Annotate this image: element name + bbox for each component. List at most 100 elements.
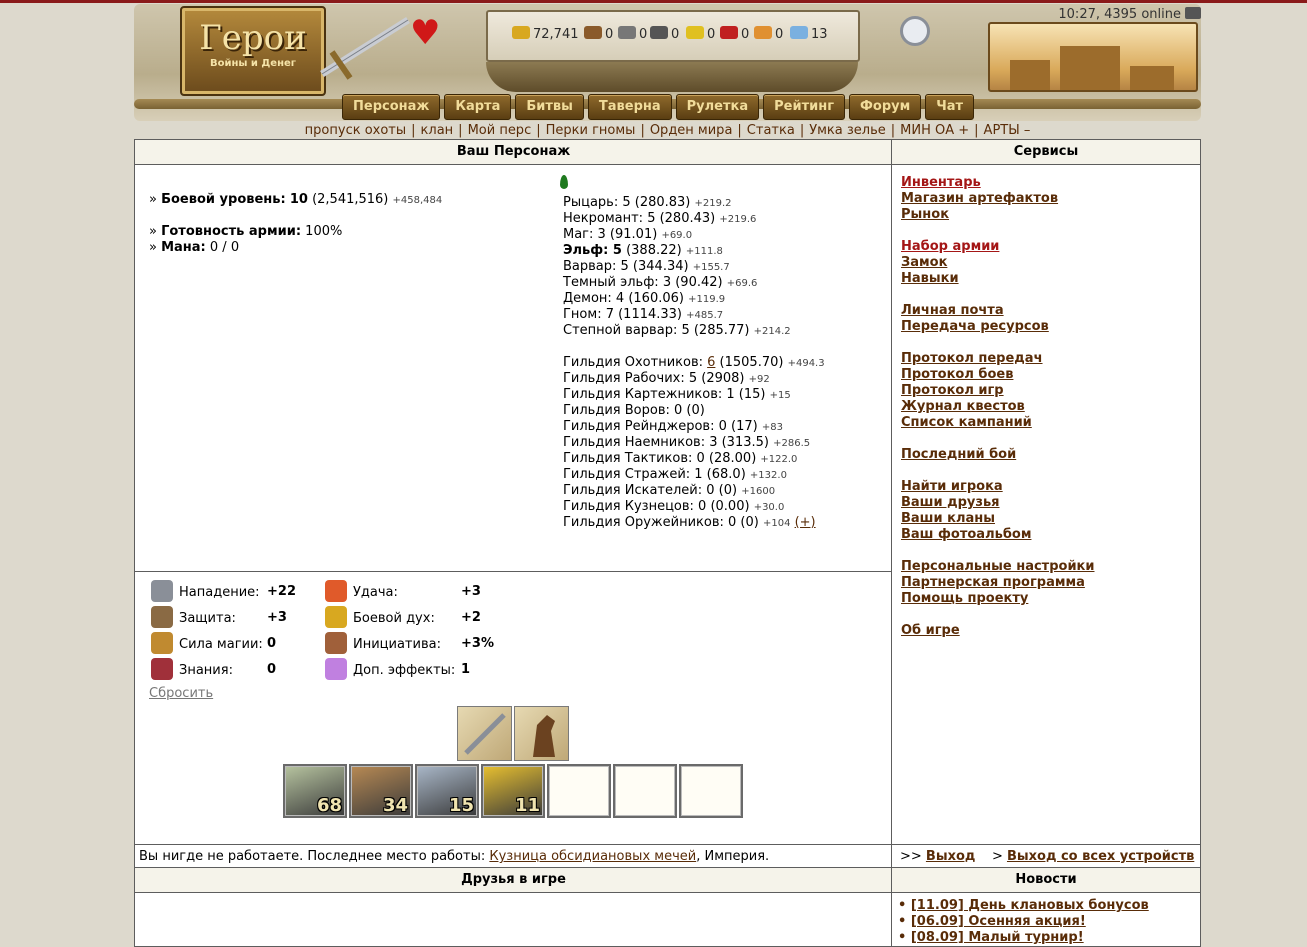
- service-link[interactable]: Ваш фотоальбом: [901, 527, 1095, 543]
- service-link[interactable]: Ваши кланы: [901, 511, 1095, 527]
- resource-item: 72,741: [512, 26, 579, 42]
- attribute-value: 0: [267, 662, 277, 677]
- service-link[interactable]: Рынок: [901, 207, 1095, 223]
- army-unit-slot[interactable]: 68: [283, 764, 347, 818]
- service-link[interactable]: Список кампаний: [901, 415, 1095, 431]
- nav-button[interactable]: Форум: [849, 94, 922, 120]
- service-link[interactable]: Инвентарь: [901, 175, 1095, 191]
- mana-value: 0 / 0: [209, 240, 240, 255]
- attribute-label: Удача:: [353, 585, 398, 600]
- service-link[interactable]: Протокол передач: [901, 351, 1095, 367]
- nav-button[interactable]: Чат: [925, 94, 975, 120]
- resource-item: 0: [650, 26, 679, 42]
- friends-panel-title: Друзья в игре: [135, 868, 892, 893]
- health-heart-icon[interactable]: ♥: [410, 16, 440, 50]
- gold-icon: [512, 26, 530, 39]
- service-link[interactable]: Протокол игр: [901, 383, 1095, 399]
- army-empty-slot[interactable]: [679, 764, 743, 818]
- news-link[interactable]: [11.09] День клановых бонусов: [911, 898, 1149, 913]
- nav-button[interactable]: Битвы: [515, 94, 584, 120]
- service-link[interactable]: Журнал квестов: [901, 399, 1095, 415]
- faction-delta: +69.6: [726, 278, 758, 289]
- castle-tower: [1010, 60, 1050, 90]
- faction-row: Демон: 4 (160.06) +119.9: [563, 291, 825, 307]
- submenu-link[interactable]: Орден мира: [650, 123, 733, 138]
- attack-icon: [151, 580, 173, 602]
- news-item: • [06.09] Осенняя акция!: [898, 914, 1086, 929]
- submenu-link[interactable]: Статка: [747, 123, 795, 138]
- submenu-link[interactable]: Мой перс: [468, 123, 532, 138]
- nav-button[interactable]: Рулетка: [675, 94, 760, 120]
- service-link[interactable]: Передача ресурсов: [901, 319, 1095, 335]
- submenu-link[interactable]: Перки гномы: [546, 123, 636, 138]
- service-link[interactable]: Об игре: [901, 623, 1095, 639]
- nav-button[interactable]: Рейтинг: [763, 94, 846, 120]
- nav-button[interactable]: Карта: [444, 94, 512, 120]
- news-item: • [08.09] Малый турнир!: [898, 930, 1084, 945]
- army-readiness-value: 100%: [305, 224, 343, 239]
- submenu-link[interactable]: клан: [421, 123, 454, 138]
- faction-levels: Рыцарь: 5 (280.83) +219.2 Некромант: 5 (2…: [563, 195, 825, 531]
- service-link[interactable]: Ваши друзья: [901, 495, 1095, 511]
- submenu-link[interactable]: МИН ОА +: [900, 123, 969, 138]
- news-link[interactable]: [08.09] Малый турнир!: [911, 930, 1084, 945]
- weapon-slot[interactable]: [457, 706, 512, 761]
- faction-delta: +485.7: [686, 310, 724, 321]
- nav-button[interactable]: Таверна: [587, 94, 672, 120]
- nav-button[interactable]: Персонаж: [342, 94, 441, 120]
- service-link[interactable]: Партнерская программа: [901, 575, 1095, 591]
- news-panel-title: Новости: [892, 868, 1200, 893]
- defense-icon: [151, 606, 173, 628]
- submenu-link[interactable]: АРТЫ –: [984, 123, 1031, 138]
- submenu-link[interactable]: пропуск охоты: [305, 123, 406, 138]
- guild-expand-link[interactable]: (+): [795, 515, 816, 530]
- faction-exp: (388.22): [626, 243, 682, 258]
- service-link[interactable]: Персональные настройки: [901, 559, 1095, 575]
- service-link[interactable]: Последний бой: [901, 447, 1095, 463]
- service-link[interactable]: Личная почта: [901, 303, 1095, 319]
- submenu: пропуск охоты | клан | Мой перс | Перки гномы |…: [134, 123, 1201, 138]
- service-link[interactable]: Магазин артефактов: [901, 191, 1095, 207]
- horse-icon: [533, 715, 555, 757]
- initiative-icon: [325, 632, 347, 654]
- diamond-icon: [790, 26, 808, 39]
- service-link[interactable]: Навыки: [901, 271, 1095, 287]
- service-link[interactable]: Протокол боев: [901, 367, 1095, 383]
- faction-text: Темный эльф: 3 (90.42): [563, 275, 723, 290]
- faction-row: Темный эльф: 3 (90.42) +69.6: [563, 275, 825, 291]
- attribute-row: Защита: +3: [151, 606, 287, 630]
- service-link[interactable]: Найти игрока: [901, 479, 1095, 495]
- guild-text: Гильдия Рабочих: 5 (2908): [563, 371, 745, 386]
- army-empty-slot[interactable]: [613, 764, 677, 818]
- submenu-separator: |: [890, 123, 896, 138]
- ring-icon[interactable]: [900, 16, 930, 46]
- attribute-value: 1: [461, 662, 471, 677]
- server-clock: 10:27, 4395 online: [1058, 7, 1201, 22]
- lock-icon[interactable]: [1185, 7, 1201, 19]
- game-logo[interactable]: Герои Войны и Денег: [180, 6, 326, 96]
- army-unit-slot[interactable]: 34: [349, 764, 413, 818]
- submenu-link[interactable]: Умка зелье: [809, 123, 886, 138]
- attribute-row: Сила магии: 0: [151, 632, 276, 656]
- army-unit-slot[interactable]: 15: [415, 764, 479, 818]
- service-link[interactable]: Замок: [901, 255, 1095, 271]
- service-link[interactable]: Помощь проекту: [901, 591, 1095, 607]
- news-link[interactable]: [06.09] Осенняя акция!: [911, 914, 1086, 929]
- attribute-row: Знания: 0: [151, 658, 276, 682]
- faction-text: Варвар: 5 (344.34): [563, 259, 689, 274]
- reset-attributes-link[interactable]: Сбросить: [149, 686, 213, 701]
- castle-banner[interactable]: [988, 22, 1198, 92]
- army-empty-slot[interactable]: [547, 764, 611, 818]
- resource-value: 0: [639, 27, 648, 42]
- logout-all-link[interactable]: Выход со всех устройств: [1007, 849, 1194, 864]
- last-workplace-link[interactable]: Кузница обсидиановых мечей: [489, 849, 696, 864]
- mount-slot[interactable]: [514, 706, 569, 761]
- attribute-value: +3%: [461, 636, 494, 651]
- army-unit-slot[interactable]: 11: [481, 764, 545, 818]
- army-readiness-label: Готовность армии:: [161, 224, 302, 239]
- guild-text: Гильдия Воров: 0 (0): [563, 403, 705, 418]
- top-border: [0, 0, 1307, 3]
- logout-link[interactable]: Выход: [926, 849, 975, 864]
- service-link[interactable]: Набор армии: [901, 239, 1095, 255]
